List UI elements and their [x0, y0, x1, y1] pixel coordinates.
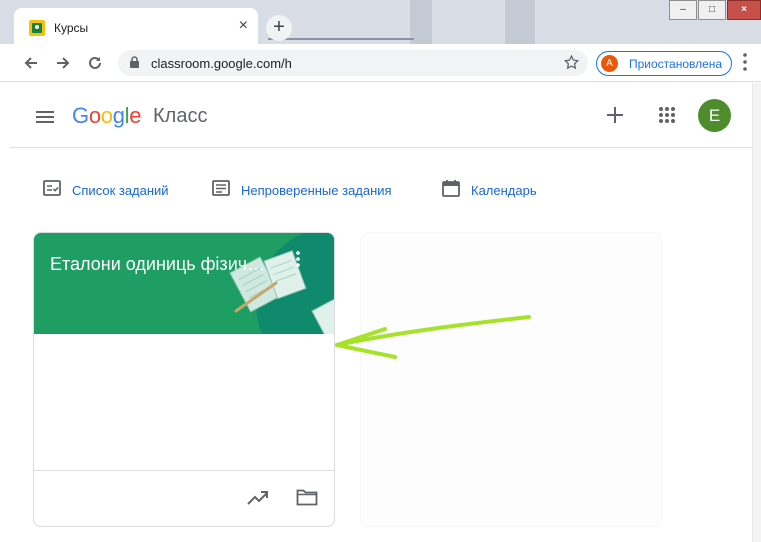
reload-icon[interactable] — [84, 52, 106, 74]
browser-toolbar: classroom.google.com/h A Приостановлена — [0, 44, 761, 82]
profile-status-label: Приостановлена — [629, 57, 723, 71]
forward-icon[interactable] — [52, 52, 74, 74]
window-minimize-button[interactable]: – — [669, 0, 697, 20]
course-card-divider — [34, 470, 334, 471]
url-text: classroom.google.com/h — [151, 56, 292, 71]
quicklink-todo[interactable]: Список заданий — [42, 179, 169, 201]
profile-button[interactable]: A Приостановлена — [596, 51, 732, 76]
quicklink-label: Календарь — [471, 182, 537, 198]
logo-letter: o — [88, 103, 101, 128]
tab-classroom[interactable]: Курсы × — [14, 8, 258, 44]
window-maximize-button[interactable]: □ — [698, 0, 726, 20]
page-margin — [0, 83, 10, 542]
lock-icon[interactable] — [129, 56, 140, 74]
page-scrollbar-track[interactable] — [752, 83, 761, 542]
calendar-icon — [441, 178, 461, 203]
bookmark-star-icon[interactable] — [563, 54, 580, 76]
window-close-button[interactable]: × — [727, 0, 761, 20]
logo-letter: g — [112, 103, 125, 128]
account-avatar[interactable]: E — [698, 99, 731, 132]
header-divider — [10, 147, 753, 148]
new-tab-button[interactable]: + — [266, 15, 292, 41]
course-card[interactable]: Еталони одиниць фізичних величин — [33, 232, 335, 527]
tab-strip: Курсы × + – □ × — [0, 0, 761, 44]
course-stats-icon[interactable] — [246, 488, 270, 513]
product-name[interactable]: Класс — [153, 105, 207, 128]
google-apps-icon[interactable] — [658, 106, 676, 129]
classroom-favicon-icon — [29, 20, 45, 36]
desktop-hint — [505, 0, 535, 44]
main-menu-icon[interactable] — [36, 110, 54, 128]
quicklink-label: Список заданий — [72, 182, 169, 198]
quicklink-calendar[interactable]: Календарь — [441, 179, 537, 201]
quicklink-label: Непроверенные задания — [241, 182, 392, 198]
logo-letter: o — [100, 103, 113, 128]
google-logo[interactable]: Google — [72, 103, 141, 129]
annotation-arrow-icon — [335, 315, 531, 359]
review-inbox-icon — [211, 178, 231, 203]
desktop-hint — [268, 38, 414, 40]
course-card-placeholder — [360, 232, 662, 527]
browser-menu-icon[interactable] — [743, 53, 747, 76]
logo-letter: e — [129, 103, 142, 128]
tab-close-icon[interactable]: × — [239, 18, 248, 34]
address-bar[interactable]: classroom.google.com/h — [118, 50, 588, 76]
banner-illustration-icon — [229, 233, 334, 334]
browser-window: Курсы × + – □ × classroom.google.com/h A… — [0, 0, 761, 542]
course-folder-icon[interactable] — [296, 488, 318, 511]
course-banner[interactable]: Еталони одиниць фізичних величин — [34, 233, 334, 334]
back-icon[interactable] — [20, 52, 42, 74]
course-title[interactable]: Еталони одиниць фізичних величин — [50, 254, 266, 275]
tab-title: Курсы — [54, 21, 89, 35]
profile-avatar: A — [601, 55, 618, 72]
assignment-list-icon — [42, 178, 62, 203]
add-class-icon[interactable] — [604, 104, 626, 131]
quicklink-review[interactable]: Непроверенные задания — [211, 179, 392, 201]
logo-letter: G — [72, 103, 89, 128]
